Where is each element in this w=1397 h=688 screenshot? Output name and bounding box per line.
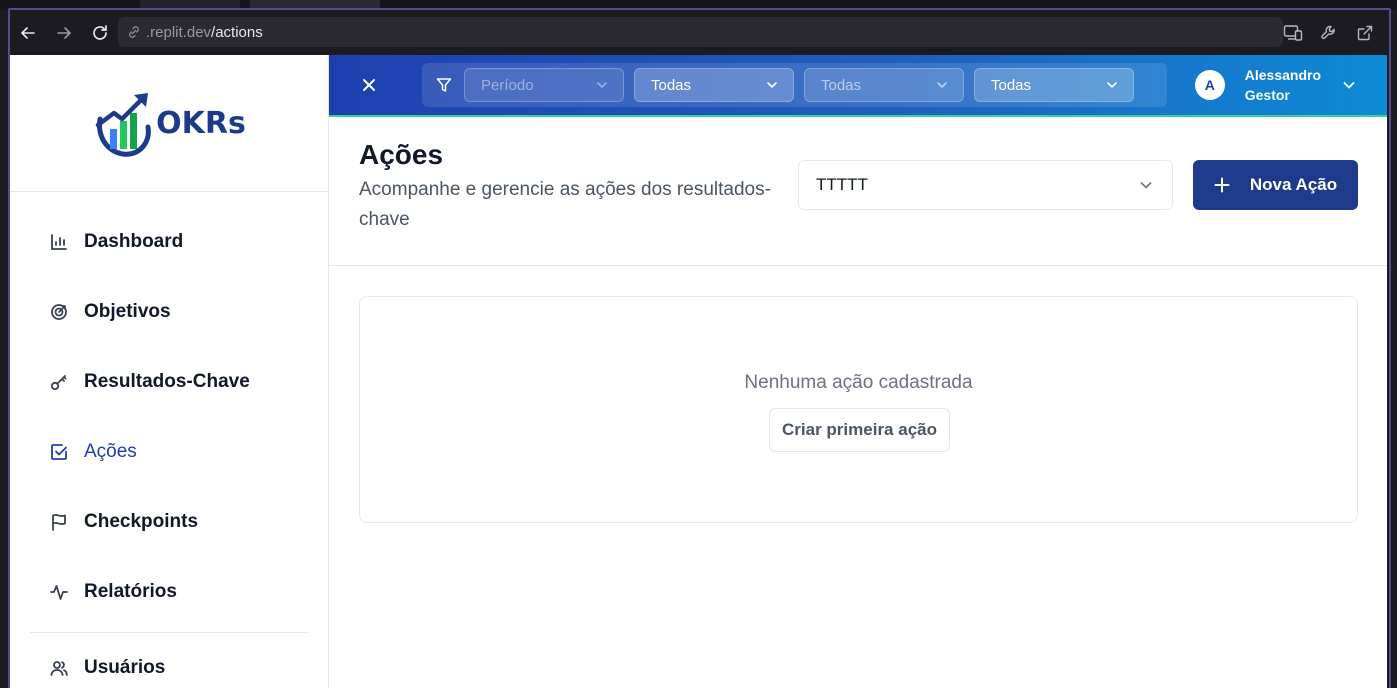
sidebar-item-checkpoints[interactable]: Checkpoints (10, 487, 328, 557)
browser-tab[interactable] (140, 0, 240, 10)
url-path: /actions (211, 23, 263, 41)
key-result-select-value: TTTTT (816, 175, 868, 194)
bar-chart-icon (50, 233, 68, 251)
browser-navbar: .replit.dev/actions (10, 10, 1387, 55)
page-title: Ações (359, 139, 444, 170)
devices-icon[interactable] (1277, 15, 1309, 51)
sidebar-item-label: Ações (84, 441, 137, 462)
url-host: .replit.dev (146, 23, 212, 41)
logo-mark-icon (95, 93, 152, 157)
browser-actions (1277, 10, 1387, 55)
filter-select-2[interactable]: Todas (634, 68, 794, 102)
key-result-select[interactable]: TTTTT (798, 160, 1173, 210)
close-icon[interactable] (357, 73, 381, 97)
filter-bar: Período Todas Todas Todas (422, 63, 1167, 107)
chevron-down-icon (767, 82, 777, 89)
browser-tabstrip (0, 0, 1397, 10)
filter-select-2-value: Todas (651, 76, 692, 94)
filter-select-3-value: Todas (821, 76, 862, 94)
back-icon[interactable] (10, 15, 46, 51)
browser-tab-active[interactable] (250, 0, 380, 10)
page-subtitle: Acompanhe e gerencie as ações dos result… (359, 179, 771, 230)
filter-icon (436, 77, 452, 93)
chevron-down-icon (1107, 82, 1117, 89)
user-info: Alessandro Gestor (1245, 65, 1321, 105)
empty-state-message: Nenhuma ação cadastrada (744, 372, 973, 393)
filter-select-3[interactable]: Todas (804, 68, 964, 102)
sidebar-item-usuarios[interactable]: Usuários (10, 653, 328, 683)
page-header: Ações Acompanhe e gerencie as ações dos … (329, 117, 1387, 266)
plus-icon (1214, 177, 1230, 193)
wrench-icon[interactable] (1313, 15, 1345, 51)
check-square-icon (50, 443, 68, 461)
top-bar: Período Todas Todas Todas A Alessandro G… (329, 55, 1387, 117)
chevron-down-icon (597, 82, 607, 89)
url-bar[interactable]: .replit.dev/actions (118, 17, 1283, 47)
empty-state-card: Nenhuma ação cadastrada Criar primeira a… (359, 296, 1358, 523)
new-action-button[interactable]: Nova Ação (1193, 160, 1358, 210)
period-filter-value: Período (481, 76, 534, 94)
chevron-down-icon (1343, 82, 1355, 89)
sidebar-item-objetivos[interactable]: Objetivos (10, 277, 328, 347)
user-name: Alessandro (1244, 67, 1321, 83)
target-icon (50, 303, 68, 321)
key-icon (50, 373, 68, 391)
flag-icon (50, 513, 68, 531)
activity-icon (50, 583, 68, 601)
sidebar-item-relatorios[interactable]: Relatórios (10, 557, 328, 627)
sidebar-item-acoes[interactable]: Ações (10, 417, 328, 487)
avatar: A (1194, 70, 1225, 100)
sidebar-item-label: Resultados-Chave (84, 371, 250, 392)
filter-select-4-value: Todas (991, 76, 1032, 94)
link-icon (126, 24, 142, 40)
users-icon (50, 659, 68, 677)
create-first-action-button[interactable]: Criar primeira ação (769, 408, 950, 452)
user-menu[interactable]: A Alessandro Gestor (1194, 65, 1357, 105)
sidebar-item-resultados-chave[interactable]: Resultados-Chave (10, 347, 328, 417)
sidebar-menu: Dashboard Objetivos Resultados-Chave Açõ… (10, 192, 328, 683)
sidebar-item-dashboard[interactable]: Dashboard (10, 207, 328, 277)
external-link-icon[interactable] (1349, 15, 1381, 51)
logo-area: OKRs (10, 55, 328, 192)
sidebar-item-label: Objetivos (84, 301, 171, 322)
chevron-down-icon (937, 82, 947, 89)
logo-text: OKRs (156, 105, 246, 141)
main-content: Nenhuma ação cadastrada Criar primeira a… (329, 266, 1387, 688)
period-filter-select[interactable]: Período (464, 68, 624, 102)
logo[interactable]: OKRs (92, 87, 246, 159)
user-role: Gestor (1244, 87, 1290, 103)
sidebar-item-label: Usuários (84, 657, 166, 678)
sidebar-item-label: Dashboard (84, 231, 184, 252)
reload-icon[interactable] (82, 15, 118, 51)
new-action-label: Nova Ação (1249, 175, 1338, 194)
sidebar: OKRs Dashboard Objetivos Resultados-Chav… (10, 55, 329, 688)
forward-icon[interactable] (46, 15, 82, 51)
sidebar-item-label: Relatórios (84, 581, 177, 602)
sidebar-item-label: Checkpoints (84, 511, 199, 532)
sidebar-divider (30, 632, 308, 633)
app-viewport: OKRs Dashboard Objetivos Resultados-Chav… (10, 55, 1387, 688)
chevron-down-icon (1140, 182, 1152, 189)
filter-select-4[interactable]: Todas (974, 68, 1134, 102)
